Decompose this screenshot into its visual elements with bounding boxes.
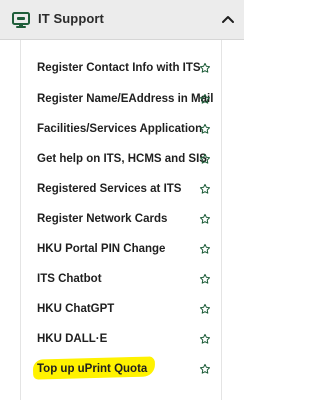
star-outline-icon[interactable] xyxy=(199,273,211,285)
list-item[interactable]: Register Name/EAddress in Mail xyxy=(21,85,221,113)
star-outline-icon[interactable] xyxy=(199,183,211,195)
list-item[interactable]: Register Network Cards xyxy=(21,205,221,233)
link-hku-chatgpt[interactable]: HKU ChatGPT xyxy=(37,301,114,317)
link-facilities-services-application[interactable]: Facilities/Services Application xyxy=(37,121,202,137)
list-item[interactable]: HKU DALL·E xyxy=(21,325,221,353)
monitor-icon xyxy=(12,12,30,28)
list-item[interactable]: HKU Portal PIN Change xyxy=(21,235,221,263)
star-outline-icon[interactable] xyxy=(199,62,211,74)
link-registered-services[interactable]: Registered Services at ITS xyxy=(37,181,181,197)
star-outline-icon[interactable] xyxy=(199,93,211,105)
list-item[interactable]: Registered Services at ITS xyxy=(21,175,221,203)
link-its-chatbot[interactable]: ITS Chatbot xyxy=(37,271,102,287)
section-title: IT Support xyxy=(38,11,104,26)
it-support-panel: IT Support Register Contact Info with IT… xyxy=(0,0,244,400)
star-outline-icon[interactable] xyxy=(199,153,211,165)
list-item[interactable]: Register Contact Info with ITS xyxy=(21,54,221,82)
link-top-up-uprint-quota[interactable]: Top up uPrint Quota xyxy=(37,361,147,377)
link-register-name-eaddress[interactable]: Register Name/EAddress in Mail xyxy=(37,91,213,107)
list-item[interactable]: Facilities/Services Application xyxy=(21,115,221,143)
section-header[interactable]: IT Support xyxy=(0,0,244,40)
star-outline-icon[interactable] xyxy=(199,333,211,345)
star-outline-icon[interactable] xyxy=(199,123,211,135)
link-register-contact-info[interactable]: Register Contact Info with ITS xyxy=(37,60,201,76)
links-panel: Register Contact Info with ITS Register … xyxy=(20,40,222,400)
chevron-up-icon[interactable] xyxy=(219,11,237,29)
link-hku-dall-e[interactable]: HKU DALL·E xyxy=(37,331,107,347)
list-item[interactable]: Top up uPrint Quota xyxy=(21,355,221,383)
star-outline-icon[interactable] xyxy=(199,243,211,255)
star-outline-icon[interactable] xyxy=(199,213,211,225)
link-portal-pin-change[interactable]: HKU Portal PIN Change xyxy=(37,241,165,257)
star-outline-icon[interactable] xyxy=(199,303,211,315)
list-item[interactable]: Get help on ITS, HCMS and SIS xyxy=(21,145,221,173)
link-get-help[interactable]: Get help on ITS, HCMS and SIS xyxy=(37,151,207,167)
link-register-network-cards[interactable]: Register Network Cards xyxy=(37,211,167,227)
star-outline-icon[interactable] xyxy=(199,363,211,375)
list-item[interactable]: ITS Chatbot xyxy=(21,265,221,293)
list-item[interactable]: HKU ChatGPT xyxy=(21,295,221,323)
